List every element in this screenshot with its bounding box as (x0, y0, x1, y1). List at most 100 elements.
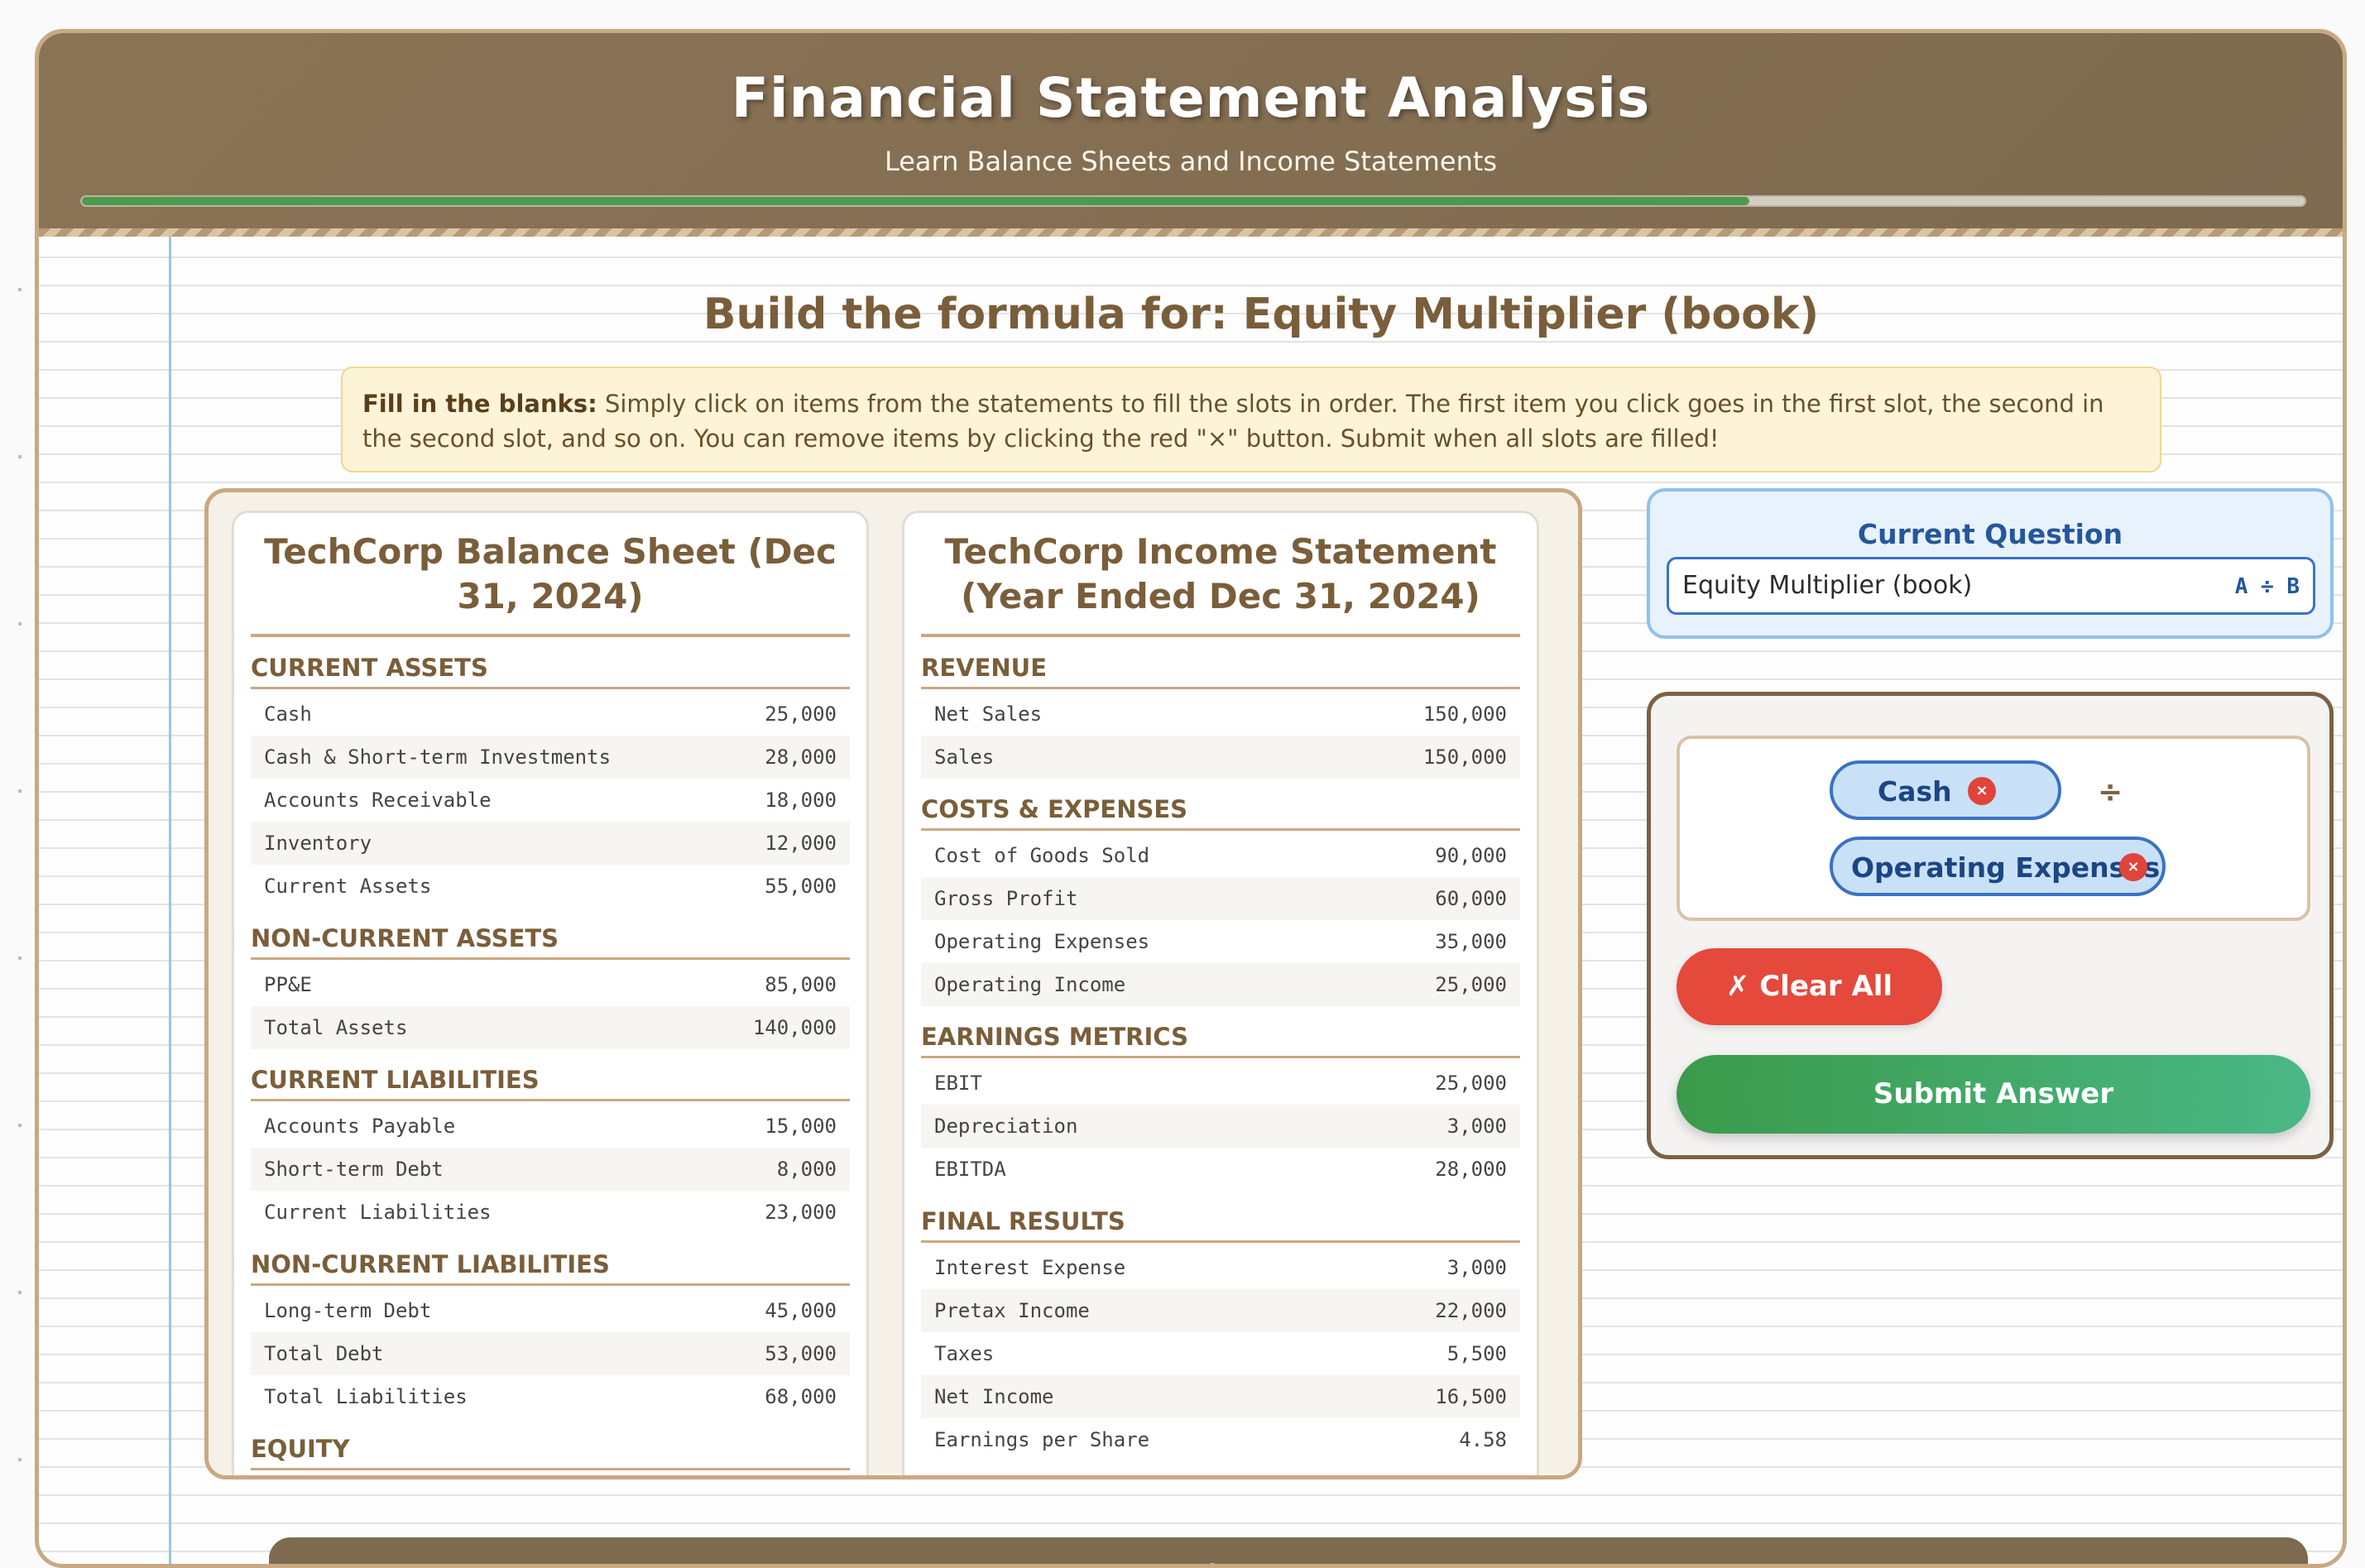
item-value: 55,000 (765, 875, 837, 898)
item-label: Cost of Goods Sold (934, 844, 1150, 867)
statement-item-current-assets[interactable]: Current Assets 55,000 (251, 865, 850, 908)
item-label: Current Liabilities (264, 1201, 492, 1224)
statement-item-taxes[interactable]: Taxes 5,500 (921, 1332, 1520, 1375)
item-value: 5,500 (1446, 1342, 1507, 1365)
question-title: Build the formula for: Equity Multiplier… (703, 290, 1820, 339)
item-label: Pretax Income (934, 1299, 1090, 1322)
statement-item-operating-expenses[interactable]: Operating Expenses 35,000 (921, 920, 1520, 963)
item-label: Accounts Receivable (264, 789, 492, 812)
slot-1-label: Cash (1878, 775, 1952, 808)
item-value: 28,000 (765, 746, 837, 769)
item-label: Cash (264, 702, 312, 726)
item-value: 90,000 (1435, 844, 1507, 867)
item-value: 15,000 (765, 1115, 837, 1138)
statement-item-net-sales[interactable]: Net Sales 150,000 (921, 693, 1520, 736)
income-statement-title: TechCorp Income Statement (Year Ended De… (921, 513, 1520, 637)
progress-bar (80, 195, 2306, 207)
item-value: 140,000 (752, 1016, 837, 1039)
earnings-list: EBIT 25,000 Depreciation 3,000 EBITDA 28,00… (921, 1062, 1520, 1191)
statement-item-ebitda[interactable]: EBITDA 28,000 (921, 1148, 1520, 1191)
item-label: Net Income (934, 1385, 1054, 1408)
statement-item-ppe[interactable]: PP&E 85,000 (251, 963, 850, 1006)
app-title: Financial Statement Analysis (731, 66, 1651, 130)
statement-item-short-term-debt[interactable]: Short-term Debt 8,000 (251, 1148, 850, 1191)
app-window: Financial Statement Analysis Learn Balan… (35, 29, 2347, 1568)
submit-answer-button[interactable]: Submit Answer (1677, 1055, 2310, 1134)
notebook-edge-ticks (18, 124, 22, 1531)
statement-item-eps[interactable]: Earnings per Share 4.58 (921, 1418, 1520, 1461)
current-question-heading: Current Question (1857, 518, 2123, 550)
item-label: Depreciation (934, 1115, 1078, 1138)
item-label: Inventory (264, 832, 372, 855)
statement-item-total-assets[interactable]: Total Assets 140,000 (251, 1006, 850, 1049)
app-subtitle: Learn Balance Sheets and Income Statemen… (884, 146, 1498, 177)
statement-item-total-liabilities[interactable]: Total Liabilities 68,000 (251, 1375, 850, 1418)
formula-pattern: A ÷ B (2234, 574, 2300, 599)
instructions-text: Simply click on items from the statement… (362, 390, 2104, 453)
revenue-list: Net Sales 150,000 Sales 150,000 (921, 693, 1520, 779)
item-label: Total Debt (264, 1342, 384, 1365)
item-label: Long-term Debt (264, 1299, 432, 1322)
instructions-box: Fill in the blanks: Simply click on item… (341, 367, 2161, 472)
balance-sheet-title: TechCorp Balance Sheet (Dec 31, 2024) (251, 513, 850, 637)
remove-slot-2-button[interactable]: × (2119, 853, 2147, 881)
item-label: Total Liabilities (264, 1385, 468, 1408)
progress-fill (82, 197, 1749, 205)
costs-list: Cost of Goods Sold 90,000 Gross Profit 60,… (921, 834, 1520, 1006)
section-earnings-metrics: Earnings Metrics (921, 1006, 1520, 1058)
final-results-list: Interest Expense 3,000 Pretax Income 22,00… (921, 1246, 1520, 1461)
statement-item-accounts-receivable[interactable]: Accounts Receivable 18,000 (251, 779, 850, 822)
statement-item-operating-income[interactable]: Operating Income 25,000 (921, 963, 1520, 1006)
item-label: Short-term Debt (264, 1158, 444, 1181)
statement-item-gross-profit[interactable]: Gross Profit 60,000 (921, 877, 1520, 920)
section-final-results: Final Results (921, 1191, 1520, 1243)
section-current-liabilities: Current Liabilities (251, 1049, 850, 1101)
section-current-assets: Current Assets (251, 637, 850, 689)
statement-item-sales[interactable]: Sales 150,000 (921, 736, 1520, 779)
current-question-box: Equity Multiplier (book) A ÷ B (1667, 557, 2315, 615)
item-value: 3,000 (1446, 1115, 1507, 1138)
slot-2-chip: Operating Expenses × (1830, 837, 2166, 896)
statement-item-current-liabilities[interactable]: Current Liabilities 23,000 (251, 1191, 850, 1234)
clear-all-button[interactable]: ✗ Clear All (1677, 948, 1942, 1025)
current-question-panel: Current Question Equity Multiplier (book… (1647, 488, 2334, 639)
item-value: 53,000 (765, 1342, 837, 1365)
statement-item-total-debt[interactable]: Total Debt 53,000 (251, 1332, 850, 1375)
item-label: Net Sales (934, 702, 1043, 726)
item-value: 3,000 (1446, 1256, 1507, 1279)
statement-item-interest-expense[interactable]: Interest Expense 3,000 (921, 1246, 1520, 1289)
statement-item-cogs[interactable]: Cost of Goods Sold 90,000 (921, 834, 1520, 877)
income-statement: TechCorp Income Statement (Year Ended De… (902, 511, 1539, 1475)
current-question-name: Equity Multiplier (book) (1682, 571, 1973, 600)
statement-item-cash-short-term-investments[interactable]: Cash & Short-term Investments 28,000 (251, 736, 850, 779)
section-costs-expenses: Costs & Expenses (921, 779, 1520, 831)
item-label: Cash & Short-term Investments (264, 746, 612, 769)
statement-item-accounts-payable[interactable]: Accounts Payable 15,000 (251, 1105, 850, 1148)
item-value: 68,000 (765, 1385, 837, 1408)
balance-sheet: TechCorp Balance Sheet (Dec 31, 2024) Cu… (232, 511, 869, 1475)
item-label: Operating Expenses (934, 930, 1150, 953)
statement-item-net-income[interactable]: Net Income 16,500 (921, 1375, 1520, 1418)
section-noncurrent-assets: Non-Current Assets (251, 908, 850, 960)
item-value: 18,000 (765, 789, 837, 812)
statement-item-cash[interactable]: Cash 25,000 (251, 693, 850, 736)
statement-item-long-term-debt[interactable]: Long-term Debt 45,000 (251, 1289, 850, 1332)
current-liabilities-list: Accounts Payable 15,000 Short-term Debt 8,… (251, 1105, 850, 1234)
section-equity: Equity (251, 1418, 850, 1470)
item-label: EBITDA (934, 1158, 1006, 1181)
remove-slot-1-button[interactable]: × (1968, 777, 1996, 805)
statement-item-pretax-income[interactable]: Pretax Income 22,000 (921, 1289, 1520, 1332)
statement-item-depreciation[interactable]: Depreciation 3,000 (921, 1105, 1520, 1148)
slot-1-chip: Cash × (1830, 760, 2061, 820)
notebook-margin-line (169, 237, 171, 1564)
item-value: 35,000 (1435, 930, 1507, 953)
statement-item-inventory[interactable]: Inventory 12,000 (251, 822, 850, 865)
item-value: 16,500 (1435, 1385, 1507, 1408)
item-value: 85,000 (765, 973, 837, 996)
item-value: 25,000 (1435, 1072, 1507, 1095)
item-label: EBIT (934, 1072, 982, 1095)
current-assets-list: Cash 25,000 Cash & Short-term Investments… (251, 693, 850, 908)
item-value: 60,000 (1435, 887, 1507, 910)
instructions-lead: Fill in the blanks: (362, 390, 597, 418)
statement-item-ebit[interactable]: EBIT 25,000 (921, 1062, 1520, 1105)
